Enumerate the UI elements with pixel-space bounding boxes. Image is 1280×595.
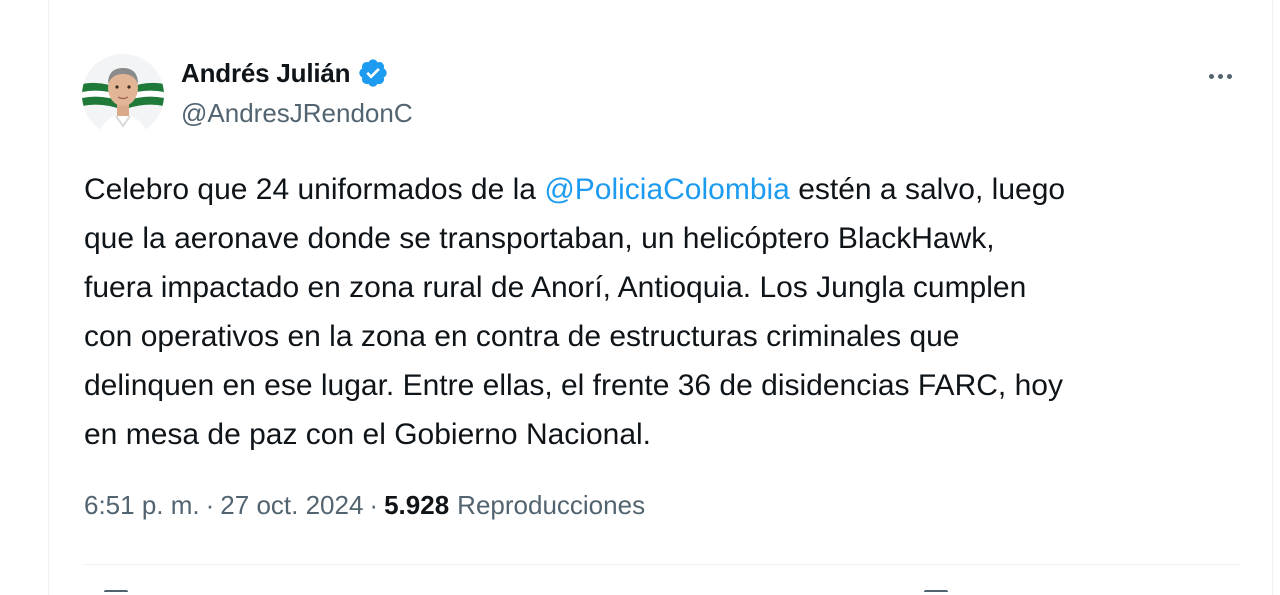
tweet-card: Andrés Julián @AndresJRendonC Celebro qu… <box>0 0 1280 595</box>
meta-separator: · <box>205 490 215 520</box>
bookmark-icon[interactable] <box>924 590 948 595</box>
tweet-text-line: que la aeronave donde se transportaban, … <box>84 222 995 255</box>
tweet-text-segment: estén a salvo, luego <box>789 173 1066 206</box>
tweet-text-line: en mesa de paz con el Gobierno Nacional. <box>84 418 652 451</box>
author-handle[interactable]: @AndresJRendonC <box>181 98 413 129</box>
views-count: 5.928 <box>384 490 450 520</box>
card-border-left <box>48 0 49 595</box>
divider <box>84 564 1240 565</box>
more-options-button[interactable] <box>1200 62 1240 90</box>
card-border-right <box>1272 0 1273 595</box>
more-horizontal-icon-dot <box>1217 73 1223 79</box>
verified-badge-icon[interactable] <box>357 57 389 89</box>
tweet-meta: 6:51 p. m. · 27 oct. 2024 · 5.928 Reprod… <box>84 490 645 521</box>
mention-link[interactable]: @PoliciaColombia <box>544 173 790 206</box>
author-block: Andrés Julián @AndresJRendonC <box>181 56 413 129</box>
reply-icon[interactable] <box>104 590 128 595</box>
more-horizontal-icon-dot <box>1226 73 1232 79</box>
tweet-time[interactable]: 6:51 p. m. <box>84 490 200 521</box>
author-name[interactable]: Andrés Julián <box>181 58 351 89</box>
tweet-text-line: delinquen en ese lugar. Entre ellas, el … <box>84 369 1063 402</box>
tweet-text: Celebro que 24 uniformados de la @Polici… <box>84 165 1254 459</box>
meta-separator: · <box>369 490 379 520</box>
avatar-image <box>82 54 164 136</box>
tweet-text-line: fuera impactado en zona rural de Anorí, … <box>84 271 1027 304</box>
tweet-text-segment: Celebro que 24 uniformados de la <box>84 173 545 206</box>
tweet-date[interactable]: 27 oct. 2024 <box>220 490 363 521</box>
more-horizontal-icon-dot <box>1208 73 1214 79</box>
views-label: Reproducciones <box>457 490 646 520</box>
author-row: Andrés Julián <box>181 56 413 90</box>
tweet-text-line: con operativos en la zona en contra de e… <box>84 320 960 353</box>
tweet-text-line: Celebro que 24 uniformados de la @Polici… <box>84 165 1254 214</box>
avatar[interactable] <box>82 54 164 136</box>
